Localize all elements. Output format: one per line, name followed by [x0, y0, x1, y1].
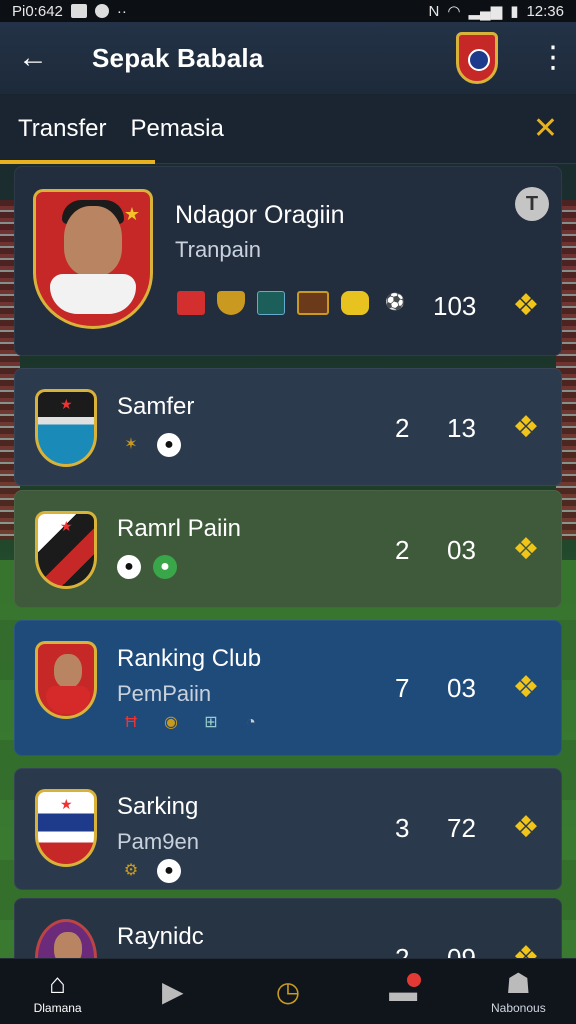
player-kick-icon: ⚽ — [385, 294, 405, 311]
handshake-icon[interactable]: ❖ — [505, 411, 547, 445]
club-crest: ★ — [35, 511, 97, 589]
signal-icon: ▂▄▆ — [468, 3, 503, 20]
list-item[interactable]: ★ Sarking Pam9en ⚙ ● 3 72 ❖ — [14, 768, 562, 890]
player-shirt — [50, 274, 136, 314]
row-stat-b: 03 — [447, 673, 476, 703]
row-stat-a: 2 — [395, 535, 410, 565]
ball-icon: ● — [157, 859, 181, 883]
row-attribute-icons: ✶ ● — [117, 433, 181, 457]
row-stat-a: 2 — [395, 413, 410, 443]
star-icon: ★ — [60, 396, 73, 412]
status-time-left: Pi0:642 — [12, 2, 63, 20]
home-icon: ⌂ — [49, 967, 67, 999]
list-item[interactable]: ★ Samfer ✶ ● 2 13 ❖ — [14, 368, 562, 486]
handshake-icon[interactable]: ❖ — [505, 533, 547, 567]
row-name: Ramrl Paiin — [117, 515, 242, 542]
row-attribute-icons: Ħ ◉ ⊞ ◔ — [117, 711, 265, 735]
row-stat-a: 3 — [395, 813, 410, 843]
nav-clock[interactable]: ◷ — [238, 975, 338, 1007]
handshake-icon[interactable]: ❖ — [505, 289, 547, 323]
image-icon — [70, 4, 87, 18]
nav-chat[interactable]: ▬ — [353, 972, 453, 1007]
featured-player-name: Ndagor Oragiin — [175, 201, 345, 229]
gear-icon: ⚙ — [123, 862, 139, 879]
pin-icon[interactable]: T — [515, 187, 549, 221]
row-stat-a: 7 — [395, 673, 410, 703]
nav-label: Dlamana — [33, 1000, 82, 1015]
player-face — [64, 206, 122, 276]
club-crest: ★ — [35, 389, 97, 467]
profile-icon: ☗ — [505, 967, 531, 999]
ball-icon: ● — [157, 433, 181, 457]
ball-icon: ● — [153, 555, 177, 579]
nfc-icon: N — [428, 2, 440, 20]
close-icon[interactable]: ✕ — [533, 111, 558, 146]
nav-play[interactable]: ▶ — [123, 975, 223, 1007]
list-item[interactable]: ★ Ramrl Paiin ● ● 2 03 ❖ — [14, 490, 562, 608]
player-kick-icon: ✶ — [124, 436, 138, 453]
flag-icon — [177, 291, 205, 315]
tab-active-indicator — [0, 160, 155, 164]
player-shirt — [46, 686, 90, 714]
row-attribute-icons: ● ● — [117, 555, 177, 579]
featured-value: 103 — [433, 291, 477, 321]
club-crest: ★ — [35, 789, 97, 867]
row-attribute-icons: ⚙ ● — [117, 859, 181, 883]
row-stat-b: 03 — [447, 535, 476, 565]
row-name: Samfer — [117, 393, 195, 420]
app-bar: ← Sepak Babala ⋮ — [0, 22, 576, 94]
shield-icon: ◉ — [164, 714, 178, 731]
play-icon: ▶ — [162, 975, 184, 1007]
battery-icon: ▮ — [510, 3, 519, 20]
row-name: Raynidc — [117, 923, 204, 950]
star-icon: ★ — [123, 204, 140, 224]
tab-pemasia[interactable]: Pemasia — [130, 115, 223, 143]
app-title: Sepak Babala — [92, 42, 264, 73]
tab-transfer[interactable]: Transfer — [18, 115, 106, 143]
wifi-icon: ◠ — [447, 3, 461, 20]
featured-player-subtitle: Tranpain — [175, 237, 262, 262]
chat-bubble-icon — [341, 291, 369, 315]
nav-label: Nabonous — [490, 1000, 546, 1015]
row-stat-b: 72 — [447, 813, 476, 843]
row-subtitle: PemPaiin — [117, 681, 212, 706]
bottom-navigation: ⌂ Dlamana ▶ ◷ ▬ ☗ Nabonous — [0, 958, 576, 1024]
row-name: Sarking — [117, 793, 199, 820]
clock-icon: ◔ — [246, 714, 256, 731]
nav-profile[interactable]: ☗ Nabonous — [468, 967, 568, 1015]
handshake-icon[interactable]: ❖ — [505, 811, 547, 845]
star-icon: ★ — [60, 518, 73, 534]
star-icon: ★ — [60, 796, 73, 812]
notification-dot — [407, 972, 422, 987]
jersey-icon: ⊞ — [204, 714, 218, 731]
pitch-icon — [257, 291, 285, 315]
featured-attribute-icons: ⚽ — [177, 291, 409, 315]
featured-player-card[interactable]: ★ Ndagor Oragiin Tranpain T ⚽ 103 ❖ — [14, 166, 562, 356]
flag-icon: Ħ — [125, 714, 137, 731]
ball-icon: ● — [117, 555, 141, 579]
status-time-right: 12:36 — [526, 2, 564, 20]
player-crest — [35, 641, 97, 719]
club-crest-icon[interactable] — [456, 32, 498, 84]
player-face — [54, 654, 82, 688]
tab-bar: Transfer Pemasia ✕ — [0, 94, 576, 164]
row-stat-b: 13 — [447, 413, 476, 443]
shield-icon — [217, 291, 245, 315]
player-crest: ★ — [33, 189, 153, 329]
handshake-icon[interactable]: ❖ — [505, 671, 547, 705]
more-vert-icon[interactable]: ⋮ — [538, 43, 568, 73]
arrow-left-icon[interactable]: ← — [18, 41, 58, 75]
row-name: Ranking Club — [117, 645, 262, 672]
notification-icon — [94, 4, 109, 18]
list-item[interactable]: Ranking Club PemPaiin Ħ ◉ ⊞ ◔ 7 03 ❖ — [14, 620, 562, 756]
nav-home[interactable]: ⌂ Dlamana — [8, 967, 108, 1015]
row-subtitle: Pam9en — [117, 829, 199, 854]
clock-icon: ◷ — [275, 975, 301, 1007]
status-bar: Pi0:642 ·· N ◠ ▂▄▆ ▮ 12:36 — [0, 0, 576, 22]
more-notifications-icon: ·· — [116, 2, 127, 20]
card-icon — [297, 291, 329, 315]
